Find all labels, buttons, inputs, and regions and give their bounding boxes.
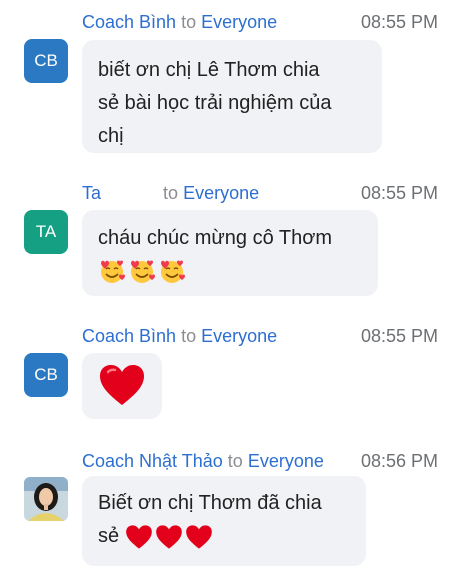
- message-header: Coach Bình to Everyone 08:55 PM: [82, 324, 438, 348]
- message-header: Coach Bình to Everyone 08:55 PM: [82, 10, 438, 34]
- message-text-line: biết ơn chị Lê Thơm chia: [98, 59, 320, 81]
- message-time: 08:55 PM: [360, 326, 438, 346]
- message-text-line: chị: [98, 125, 124, 147]
- message-bubble: Biết ơn chị Thơm đã chia sẻ: [82, 476, 366, 566]
- recipient-name[interactable]: Everyone: [201, 12, 277, 32]
- sender-name[interactable]: Coach Bình: [82, 326, 176, 346]
- to-label: to: [227, 451, 243, 471]
- message-text-line: sẻ bài học trải nghiệm của: [98, 92, 332, 114]
- avatar[interactable]: TA: [24, 210, 68, 254]
- message-header: Ta to Everyone 08:55 PM: [82, 181, 438, 205]
- message-time: 08:56 PM: [360, 451, 438, 471]
- recipient-name[interactable]: Everyone: [201, 326, 277, 346]
- message-bubble: biết ơn chị Lê Thơm chia sẻ bài học trải…: [82, 40, 382, 153]
- to-label: to: [181, 12, 197, 32]
- sender-name[interactable]: Coach Bình: [82, 12, 176, 32]
- red-heart-icon: [186, 524, 212, 549]
- emoji-row: [98, 257, 362, 285]
- red-heart-icon: [156, 524, 182, 549]
- message-bubble: cháu chúc mừng cô Thơm: [82, 210, 378, 296]
- red-heart-icon: [126, 524, 152, 549]
- avatar[interactable]: CB: [24, 39, 68, 83]
- message-header: Coach Nhật Thảo to Everyone 08:56 PM: [82, 449, 438, 473]
- smiling-face-with-hearts-icon: [101, 260, 125, 283]
- message-text-line: Biết ơn chị Thơm đã chia: [98, 492, 322, 514]
- red-heart-icon: [100, 365, 144, 405]
- message-bubble: [82, 353, 162, 419]
- recipient-name[interactable]: Everyone: [183, 183, 259, 203]
- message-time: 08:55 PM: [360, 12, 438, 32]
- message-text-line: sẻ: [98, 525, 120, 547]
- to-label: to: [181, 326, 197, 346]
- message-time: 08:55 PM: [360, 183, 438, 203]
- smiling-face-with-hearts-icon: [161, 260, 185, 283]
- avatar[interactable]: CB: [24, 353, 68, 397]
- profile-photo: [24, 477, 68, 521]
- message-text-line-with-emoji: sẻ: [98, 520, 350, 553]
- to-label: to: [163, 183, 179, 203]
- sender-name[interactable]: Ta: [82, 183, 101, 203]
- sender-name[interactable]: Coach Nhật Thảo: [82, 451, 223, 471]
- smiling-face-with-hearts-icon: [131, 260, 155, 283]
- avatar[interactable]: [24, 477, 68, 521]
- recipient-name[interactable]: Everyone: [248, 451, 324, 471]
- message-text: cháu chúc mừng cô Thơm: [98, 227, 333, 249]
